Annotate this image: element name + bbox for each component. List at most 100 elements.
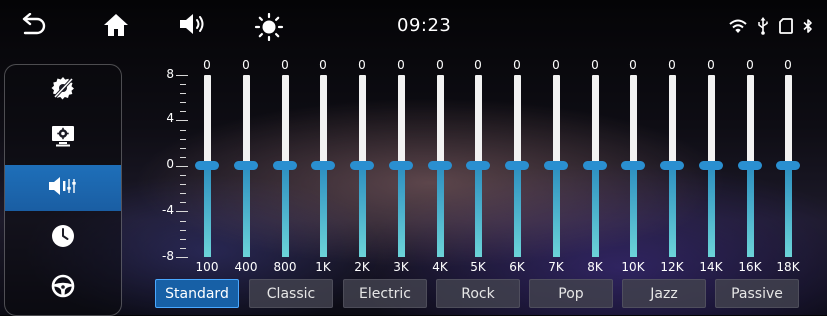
preset-classic-button[interactable]: Classic xyxy=(249,279,333,308)
steering-wheel-icon xyxy=(51,274,75,302)
band-slider-track[interactable] xyxy=(319,75,327,165)
band-frequency-label: 1K xyxy=(315,260,331,274)
band-gain-value: 0 xyxy=(513,58,521,72)
band-slider-fill[interactable] xyxy=(474,165,482,257)
band-slider-track[interactable] xyxy=(474,75,482,165)
band-slider-fill[interactable] xyxy=(319,165,327,257)
band-slider-track[interactable] xyxy=(397,75,405,165)
band-slider-track[interactable] xyxy=(358,75,366,165)
sound-equalizer-icon xyxy=(48,175,78,201)
band-frequency-label: 5K xyxy=(470,260,486,274)
band-slider-fill[interactable] xyxy=(707,165,715,257)
band-slider-track[interactable] xyxy=(746,75,754,165)
sidebar-item-sound[interactable] xyxy=(5,165,121,211)
y-axis-label: 4 xyxy=(166,111,174,125)
sidebar xyxy=(4,64,122,316)
band-slider-handle[interactable] xyxy=(776,161,800,170)
band-slider-fill[interactable] xyxy=(591,165,599,257)
sidebar-item-time[interactable] xyxy=(5,215,121,261)
y-axis-major-tick xyxy=(176,211,188,212)
band-slider-handle[interactable] xyxy=(350,161,374,170)
band-slider-track[interactable] xyxy=(707,75,715,165)
band-slider-fill[interactable] xyxy=(397,165,405,257)
brightness-icon[interactable] xyxy=(254,13,284,41)
band-slider-fill[interactable] xyxy=(358,165,366,257)
preset-rock-button[interactable]: Rock xyxy=(436,279,520,308)
sidebar-item-driving[interactable] xyxy=(5,265,121,311)
band-frequency-label: 10K xyxy=(621,260,645,274)
y-axis-minor-tick xyxy=(180,111,186,112)
band-slider-fill[interactable] xyxy=(203,165,211,257)
band-gain-value: 0 xyxy=(474,58,482,72)
y-axis-minor-tick xyxy=(180,102,186,103)
band-gain-value: 0 xyxy=(668,58,676,72)
band-slider-handle[interactable] xyxy=(738,161,762,170)
y-axis-minor-tick xyxy=(180,130,186,131)
band-frequency-label: 8K xyxy=(587,260,603,274)
y-axis-minor-tick xyxy=(180,157,186,158)
sidebar-item-general-settings[interactable] xyxy=(5,67,121,113)
band-gain-value: 0 xyxy=(281,58,289,72)
band-gain-value: 0 xyxy=(203,58,211,72)
band-slider-handle[interactable] xyxy=(621,161,645,170)
band-slider-fill[interactable] xyxy=(746,165,754,257)
band-frequency-label: 100 xyxy=(195,260,219,274)
band-slider-handle[interactable] xyxy=(699,161,723,170)
band-slider-handle[interactable] xyxy=(583,161,607,170)
preset-electric-button[interactable]: Electric xyxy=(343,279,427,308)
band-slider-track[interactable] xyxy=(281,75,289,165)
status-bar: 09:23 xyxy=(0,0,827,54)
band-frequency-label: 800 xyxy=(273,260,297,274)
band-slider-track[interactable] xyxy=(552,75,560,165)
band-gain-value: 0 xyxy=(242,58,250,72)
band-slider-handle[interactable] xyxy=(466,161,490,170)
band-slider-track[interactable] xyxy=(436,75,444,165)
band-slider-handle[interactable] xyxy=(389,161,413,170)
band-slider-track[interactable] xyxy=(784,75,792,165)
band-slider-handle[interactable] xyxy=(234,161,258,170)
band-slider-fill[interactable] xyxy=(552,165,560,257)
band-slider-fill[interactable] xyxy=(784,165,792,257)
band-frequency-label: 2K xyxy=(354,260,370,274)
band-slider-handle[interactable] xyxy=(660,161,684,170)
y-axis-minor-tick xyxy=(180,230,186,231)
band-slider-fill[interactable] xyxy=(668,165,676,257)
band-slider-track[interactable] xyxy=(513,75,521,165)
band-slider-fill[interactable] xyxy=(629,165,637,257)
band-slider-fill[interactable] xyxy=(281,165,289,257)
band-slider-handle[interactable] xyxy=(428,161,452,170)
band-slider-handle[interactable] xyxy=(273,161,297,170)
home-icon[interactable] xyxy=(103,13,129,37)
band-slider-track[interactable] xyxy=(668,75,676,165)
y-axis-major-tick xyxy=(176,257,188,258)
y-axis-label: -8 xyxy=(162,249,174,263)
band-slider-handle[interactable] xyxy=(195,161,219,170)
band-slider-fill[interactable] xyxy=(242,165,250,257)
band-slider-handle[interactable] xyxy=(311,161,335,170)
band-slider-handle[interactable] xyxy=(544,161,568,170)
band-frequency-label: 18K xyxy=(776,260,800,274)
sidebar-item-display[interactable] xyxy=(5,115,121,161)
band-slider-fill[interactable] xyxy=(513,165,521,257)
preset-pop-button[interactable]: Pop xyxy=(529,279,613,308)
preset-standard-button[interactable]: Standard xyxy=(155,279,239,308)
band-slider-handle[interactable] xyxy=(505,161,529,170)
y-axis-minor-tick xyxy=(180,221,186,222)
bluetooth-icon xyxy=(803,18,813,38)
preset-passive-button[interactable]: Passive xyxy=(715,279,799,308)
preset-jazz-button[interactable]: Jazz xyxy=(622,279,706,308)
wifi-icon xyxy=(729,19,747,38)
band-slider-track[interactable] xyxy=(591,75,599,165)
y-axis-label: 0 xyxy=(166,157,174,171)
usb-icon xyxy=(757,17,769,39)
band-slider-track[interactable] xyxy=(203,75,211,165)
band-slider-track[interactable] xyxy=(629,75,637,165)
back-icon[interactable] xyxy=(20,13,46,35)
y-axis-minor-tick xyxy=(180,239,186,240)
band-slider-fill[interactable] xyxy=(436,165,444,257)
band-slider-track[interactable] xyxy=(242,75,250,165)
band-frequency-label: 4K xyxy=(432,260,448,274)
band-frequency-label: 3K xyxy=(393,260,409,274)
volume-icon[interactable] xyxy=(178,13,208,35)
band-frequency-label: 12K xyxy=(660,260,684,274)
